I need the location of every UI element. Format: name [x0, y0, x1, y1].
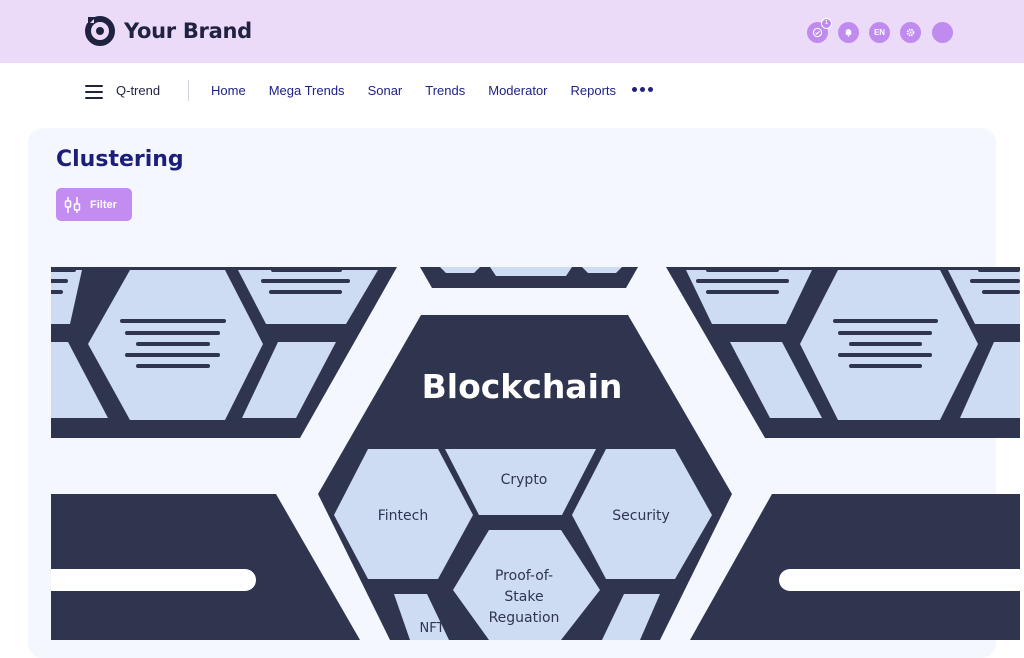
- cluster-top-middle[interactable]: [420, 267, 638, 288]
- nft-label: NFT: [420, 621, 445, 636]
- pos-label-line1: Proof-of-: [495, 568, 553, 584]
- crypto-label: Crypto: [501, 472, 548, 488]
- cluster-top-right[interactable]: [666, 267, 1024, 438]
- cluster-diagram: Blockchain Crypto Fintech Security Proof…: [0, 267, 1024, 640]
- cluster-top-left[interactable]: [0, 267, 397, 438]
- cluster-bottom-left[interactable]: [40, 494, 360, 640]
- pos-label-line2: Stake: [504, 589, 543, 605]
- security-label: Security: [612, 508, 670, 524]
- blockchain-title: Blockchain: [422, 367, 623, 406]
- pos-label-line3: Reguation: [489, 610, 560, 626]
- cluster-bottom-right[interactable]: [690, 494, 1024, 640]
- fintech-label: Fintech: [378, 508, 428, 524]
